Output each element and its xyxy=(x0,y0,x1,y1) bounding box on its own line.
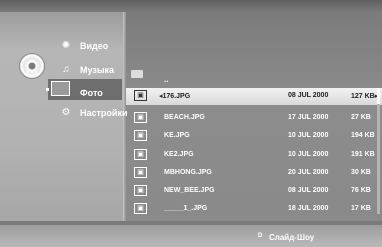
image-file-icon: ▣ xyxy=(134,112,147,123)
file-size: 30 KB xyxy=(351,169,371,176)
file-date: 17 JUL 2000 xyxy=(288,114,329,121)
file-name: BEACH.JPG xyxy=(164,114,205,121)
file-name: NEW_BEE.JPG xyxy=(164,187,215,194)
file-size: 27 KB xyxy=(351,114,371,121)
file-row[interactable]: ▣ NEW_BEE.JPG 08 JUL 2000 76 KB xyxy=(126,183,382,200)
music-note-icon: ♫ xyxy=(62,64,70,75)
menu-item-music[interactable]: ♫ Музыка xyxy=(60,61,114,79)
file-size: 17 KB xyxy=(351,205,371,212)
file-date: 18 JUL 2000 xyxy=(288,205,329,212)
scrollbar-thumb[interactable] xyxy=(377,88,380,104)
menu-item-photo[interactable]: Фото xyxy=(80,84,103,102)
file-row-selected[interactable]: ▣ ◂176.JPG 08 JUL 2000 127 KB▸ xyxy=(126,88,382,105)
menu-item-settings[interactable]: ⚙ Настройки xyxy=(60,104,128,122)
image-file-icon: ▣ xyxy=(134,185,147,196)
image-file-icon: ▣ xyxy=(134,149,147,160)
file-name: ◂176.JPG xyxy=(159,93,191,100)
file-name: _____1_.JPG xyxy=(164,205,208,212)
disc-label: CD xyxy=(27,70,38,77)
menu-item-label: Фото xyxy=(80,88,103,98)
menu-item-video[interactable]: ✺ Видео xyxy=(60,37,108,55)
bottom-bar xyxy=(0,225,382,247)
parent-folder-label: .. xyxy=(164,75,169,84)
file-name: KE.JPG xyxy=(164,132,190,139)
file-name: MBHONG.JPG xyxy=(164,169,212,176)
menu-item-label: Видео xyxy=(80,41,109,51)
file-date: 20 JUL 2000 xyxy=(288,169,329,176)
film-reel-icon: ✺ xyxy=(61,40,71,51)
file-date: 10 JUL 2000 xyxy=(288,151,329,158)
media-browser-screen: CD ✺ Видео ♫ Музыка Фото ⚙ Настройки .. … xyxy=(0,0,382,247)
file-row[interactable]: ▣ MBHONG.JPG 20 JUL 2000 30 KB xyxy=(126,165,382,182)
menu-selection-bullet xyxy=(46,88,49,91)
menu-item-label: Музыка xyxy=(80,65,115,75)
slideshow-hint[interactable]: Слайд-Шоу xyxy=(269,233,314,242)
file-name: KE2.JPG xyxy=(164,151,194,158)
file-size-text: 127 KB xyxy=(351,93,375,100)
file-date: 08 JUL 2000 xyxy=(288,187,329,194)
top-band xyxy=(0,0,382,12)
image-file-icon: ▣ xyxy=(134,203,147,214)
file-date: 08 JUL 2000 xyxy=(288,92,329,99)
file-row[interactable]: ▣ _____1_.JPG 18 JUL 2000 17 KB xyxy=(126,201,382,218)
file-date: 10 JUL 2000 xyxy=(288,132,329,139)
file-size: 127 KB▸ xyxy=(351,92,378,100)
remote-key-d-icon: D xyxy=(258,233,263,239)
file-size: 194 KB xyxy=(351,132,375,139)
gear-icon: ⚙ xyxy=(61,107,71,118)
file-row[interactable]: ▣ KE2.JPG 10 JUL 2000 191 KB xyxy=(126,147,382,164)
image-file-icon: ▣ xyxy=(134,167,147,178)
image-file-icon: ▣ xyxy=(134,130,147,141)
file-size: 191 KB xyxy=(351,151,375,158)
file-row[interactable]: ▣ KE.JPG 10 JUL 2000 194 KB xyxy=(126,128,382,145)
file-row[interactable]: ▣ BEACH.JPG 17 JUL 2000 27 KB xyxy=(126,110,382,127)
file-name-text: 176.JPG xyxy=(162,93,191,100)
file-list-scrollbar[interactable] xyxy=(377,88,380,214)
file-size: 76 KB xyxy=(351,187,371,194)
photo-icon xyxy=(51,81,70,96)
image-file-icon: ▣ xyxy=(134,90,147,101)
menu-item-label: Настройки xyxy=(80,108,128,118)
